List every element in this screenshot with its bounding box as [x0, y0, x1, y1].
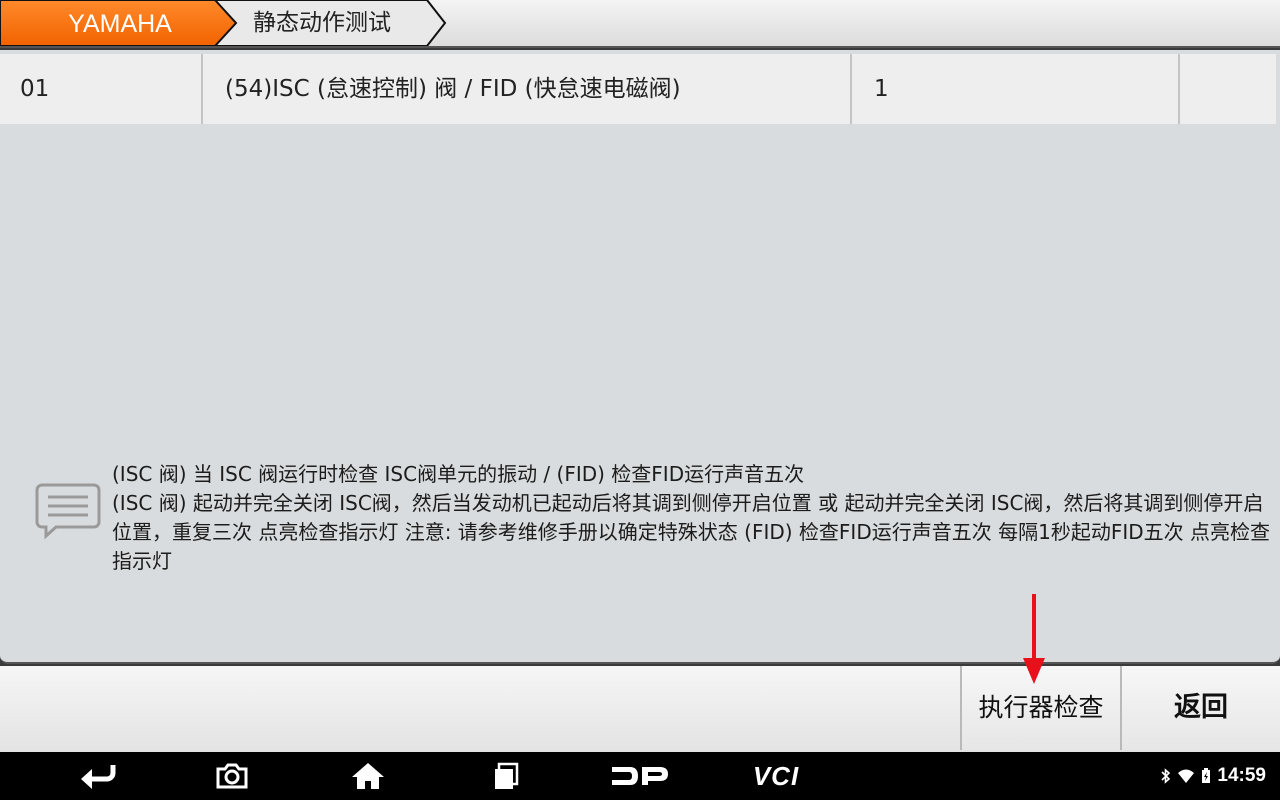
content-panel: 01 (54)ISC (怠速控制) 阀 / FID (快怠速电磁阀) 1 (IS…	[0, 50, 1280, 664]
dp-logo-icon	[612, 767, 668, 785]
nav-home-button[interactable]	[348, 752, 388, 800]
breadcrumb-brand[interactable]: YAMAHA	[0, 0, 238, 46]
instruction-message: (ISC 阀) 当 ISC 阀运行时检查 ISC阀单元的振动 / (FID) 检…	[0, 460, 1280, 580]
home-icon	[352, 763, 384, 789]
camera-icon	[216, 763, 248, 789]
nav-dp-button[interactable]	[608, 752, 672, 800]
battery-icon	[1202, 768, 1211, 783]
screen: 静态动作测试 YAMAHA 01 (54)ISC (怠速控制) 阀 / FID …	[0, 0, 1280, 800]
bluetooth-icon	[1161, 768, 1171, 784]
bottom-toolbar: 执行器检查 返回	[0, 666, 1280, 752]
red-arrow-icon	[1023, 594, 1045, 684]
status-time: 14:59	[1217, 765, 1266, 786]
table-row[interactable]: 01 (54)ISC (怠速控制) 阀 / FID (快怠速电磁阀) 1	[0, 54, 1276, 124]
row-value: 1	[852, 54, 1180, 124]
vci-logo-icon: VCI	[752, 760, 800, 791]
row-extra	[1180, 54, 1276, 124]
nav-screenshot-button[interactable]	[212, 752, 252, 800]
nav-recent-button[interactable]	[486, 752, 526, 800]
row-id: 01	[0, 54, 203, 124]
status-area: 14:59	[1161, 752, 1266, 800]
message-icon	[35, 483, 101, 540]
message-line-2: (ISC 阀) 起动并完全关闭 ISC阀，然后当发动机已起动后将其调到侧停开启位…	[112, 491, 1270, 573]
page-title: 静态动作测试	[253, 10, 391, 36]
message-line-1: (ISC 阀) 当 ISC 阀运行时检查 ISC阀单元的振动 / (FID) 检…	[112, 462, 805, 486]
nav-back-button[interactable]	[76, 752, 120, 800]
system-navbar: VCI 14:59	[0, 752, 1280, 800]
brand-label: YAMAHA	[68, 10, 172, 38]
back-icon	[81, 765, 116, 789]
message-text: (ISC 阀) 当 ISC 阀运行时检查 ISC阀单元的振动 / (FID) 检…	[112, 460, 1272, 576]
breadcrumb: 静态动作测试 YAMAHA	[0, 0, 1280, 48]
recent-apps-icon	[495, 762, 519, 789]
back-button[interactable]: 返回	[1120, 666, 1280, 750]
breadcrumb-page[interactable]: 静态动作测试	[215, 0, 450, 46]
nav-vci-button[interactable]: VCI	[740, 752, 812, 800]
row-name: (54)ISC (怠速控制) 阀 / FID (快怠速电磁阀)	[203, 54, 852, 124]
wifi-icon	[1178, 769, 1195, 783]
